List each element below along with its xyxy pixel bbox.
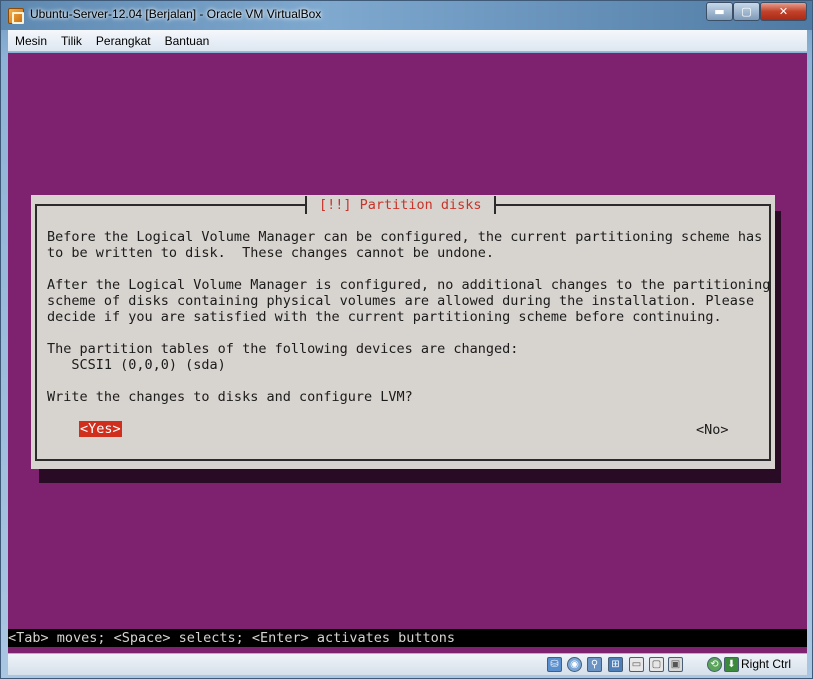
maximize-icon: ▢ bbox=[741, 5, 752, 18]
dialog-text-line: decide if you are satisfied with the cur… bbox=[47, 309, 722, 325]
yes-button[interactable]: <Yes> bbox=[79, 421, 122, 437]
dialog-text-line: The partition tables of the following de… bbox=[47, 341, 519, 357]
shared-folders-icon[interactable]: ▭ bbox=[629, 657, 644, 672]
status-bar: ⛁ ◉ ⚲ ⊞ ▭ ▢ ▣ ⟲ ⬇ Right Ctrl bbox=[8, 653, 807, 675]
hard-disk-icon[interactable]: ⛁ bbox=[547, 657, 562, 672]
dialog-text-line: to be written to disk. These changes can… bbox=[47, 245, 495, 261]
display-icon[interactable]: ▢ bbox=[649, 657, 664, 672]
device-list-item: SCSI1 (0,0,0) (sda) bbox=[47, 357, 226, 373]
network-icon[interactable]: ⊞ bbox=[608, 657, 623, 672]
minimize-button[interactable]: ▬ bbox=[706, 2, 733, 21]
dialog-text-line: Before the Logical Volume Manager can be… bbox=[47, 229, 763, 245]
host-key-label: Right Ctrl bbox=[741, 657, 792, 671]
dialog-text-line: After the Logical Volume Manager is conf… bbox=[47, 277, 771, 293]
host-key-icon: ⬇ bbox=[724, 657, 739, 672]
mouse-integration-icon[interactable]: ⟲ bbox=[707, 657, 722, 672]
title-bar[interactable]: Ubuntu-Server-12.04 [Berjalan] - Oracle … bbox=[1, 1, 812, 30]
optical-drive-icon[interactable]: ◉ bbox=[567, 657, 582, 672]
vm-screen[interactable]: [!!] Partition disks Before the Logical … bbox=[8, 53, 807, 653]
window-title: Ubuntu-Server-12.04 [Berjalan] - Oracle … bbox=[30, 7, 322, 21]
maximize-button[interactable]: ▢ bbox=[733, 2, 760, 21]
no-button[interactable]: <No> bbox=[696, 422, 729, 438]
menu-bantuan[interactable]: Bantuan bbox=[165, 34, 210, 48]
dialog-text-line: scheme of disks containing physical volu… bbox=[47, 293, 755, 309]
keyboard-help-bar: <Tab> moves; <Space> selects; <Enter> ac… bbox=[8, 629, 807, 647]
virtualbox-app-icon bbox=[8, 8, 24, 24]
partition-dialog: [!!] Partition disks Before the Logical … bbox=[31, 195, 775, 469]
video-capture-icon[interactable]: ▣ bbox=[668, 657, 683, 672]
menu-perangkat[interactable]: Perangkat bbox=[96, 34, 151, 48]
menu-tilik[interactable]: Tilik bbox=[61, 34, 82, 48]
close-button[interactable]: ✕ bbox=[760, 2, 807, 21]
menu-mesin[interactable]: Mesin bbox=[15, 34, 47, 48]
minimize-icon: ▬ bbox=[714, 5, 725, 18]
menu-bar: Mesin Tilik Perangkat Bantuan bbox=[8, 30, 807, 52]
close-icon: ✕ bbox=[778, 5, 789, 18]
dialog-question: Write the changes to disks and configure… bbox=[47, 389, 413, 405]
dialog-title: [!!] Partition disks bbox=[305, 196, 496, 214]
virtualbox-window: Ubuntu-Server-12.04 [Berjalan] - Oracle … bbox=[0, 0, 813, 679]
usb-icon[interactable]: ⚲ bbox=[587, 657, 602, 672]
